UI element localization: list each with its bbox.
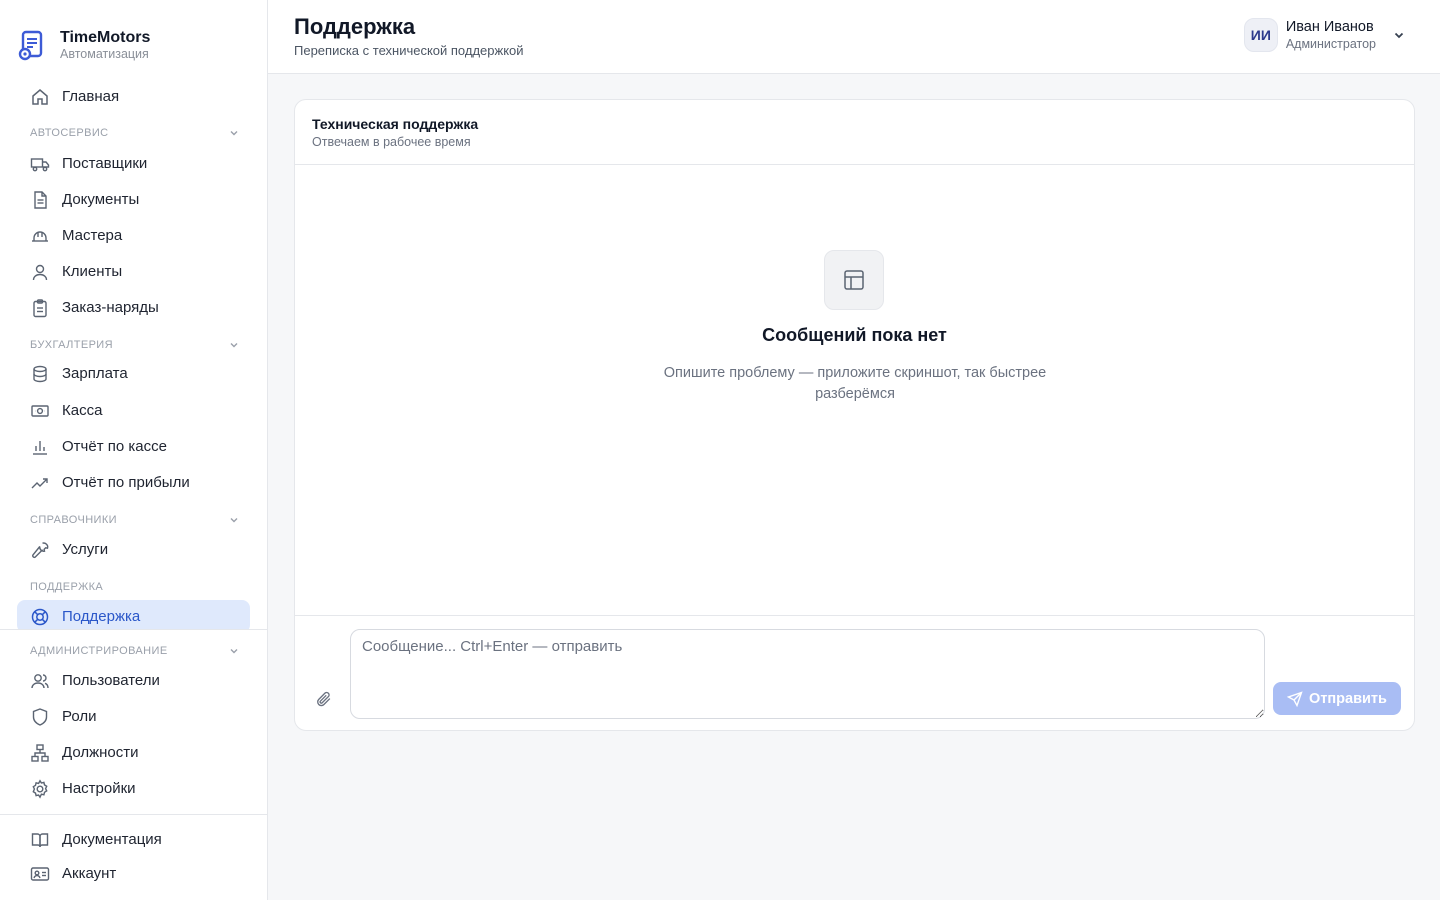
chat-title: Техническая поддержка	[312, 116, 479, 132]
section-header-administration[interactable]: АДМИНИСТРИРОВАНИЕ	[30, 643, 240, 659]
chevron-down-icon	[230, 518, 238, 523]
sidebar-item-settings[interactable]: Настройки	[17, 772, 250, 805]
chevron-down-icon	[230, 131, 238, 136]
sidebar-item-label: Отчёт по кассе	[62, 438, 167, 455]
section-label: АВТОСЕРВИС	[30, 127, 109, 139]
database-icon	[30, 364, 50, 384]
sidebar-item-documents[interactable]: Документы	[17, 183, 250, 216]
user-name: Иван Иванов	[1285, 18, 1374, 35]
user-icon	[30, 262, 50, 282]
sidebar-item-label: Зарплата	[62, 365, 128, 382]
sidebar-item-label: Поставщики	[62, 155, 148, 172]
sidebar-item-masters[interactable]: Мастера	[17, 219, 250, 252]
section-label: АДМИНИСТРИРОВАНИЕ	[30, 645, 168, 657]
chevron-down-icon	[230, 649, 238, 654]
sidebar-item-salary[interactable]: Зарплата	[17, 357, 250, 390]
section-header-autoservice[interactable]: АВТОСЕРВИС	[30, 125, 240, 141]
sidebar-item-label: Поддержка	[62, 608, 141, 625]
home-icon	[30, 87, 50, 107]
chevron-down-icon	[230, 343, 238, 348]
sidebar-item-label: Главная	[62, 88, 120, 105]
sidebar-item-positions[interactable]: Должности	[17, 736, 250, 769]
top-header: Поддержка Переписка с технической поддер…	[268, 0, 1440, 74]
admin-nav: АДМИНИСТРИРОВАНИЕ Пользователи Роли Долж…	[0, 629, 267, 799]
sidebar-item-clients[interactable]: Клиенты	[17, 255, 250, 288]
sidebar-item-documentation[interactable]: Документация	[17, 823, 250, 856]
sidebar-item-support[interactable]: Поддержка	[17, 600, 250, 629]
send-button-label: Отправить	[1309, 690, 1387, 707]
sidebar-item-users[interactable]: Пользователи	[17, 664, 250, 697]
empty-state-title: Сообщений пока нет	[762, 325, 947, 345]
chevron-down-icon	[1394, 32, 1404, 39]
user-menu[interactable]: ИИ Иван Иванов Администратор	[1243, 18, 1406, 52]
sidebar-item-label: Услуги	[62, 541, 109, 558]
section-label: БУХГАЛТЕРИЯ	[30, 339, 113, 351]
hard-hat-icon	[30, 226, 50, 246]
sidebar-item-label: Роли	[62, 708, 97, 725]
sidebar-item-label: Отчёт по прибыли	[62, 474, 190, 491]
sidebar-item-label: Пользователи	[62, 672, 160, 689]
sidebar-item-cash[interactable]: Касса	[17, 394, 250, 427]
section-header-references[interactable]: СПРАВОЧНИКИ	[30, 512, 240, 528]
sidebar-item-home[interactable]: Главная	[17, 80, 250, 113]
sidebar-item-label: Документация	[62, 831, 162, 848]
chat-header: Техническая поддержка Отвечаем в рабочее…	[295, 100, 1414, 165]
users-icon	[30, 671, 50, 691]
section-header-accounting[interactable]: БУХГАЛТЕРИЯ	[30, 337, 240, 353]
send-icon	[1287, 690, 1303, 707]
brand[interactable]: TimeMotors Автоматизация	[17, 27, 150, 63]
section-label: СПРАВОЧНИКИ	[30, 514, 117, 526]
sidebar-item-label: Заказ-наряды	[62, 299, 159, 316]
brand-name: TimeMotors	[60, 28, 151, 46]
sidebar-item-label: Документы	[62, 191, 140, 208]
shield-icon	[30, 707, 50, 727]
support-chat-card: Техническая поддержка Отвечаем в рабочее…	[294, 99, 1415, 731]
logo-icon	[18, 30, 43, 61]
sidebar-item-suppliers[interactable]: Поставщики	[17, 147, 250, 180]
send-button[interactable]: Отправить	[1273, 682, 1401, 715]
org-chart-icon	[30, 743, 50, 763]
user-role: Администратор	[1285, 36, 1376, 51]
sidebar-item-label: Касса	[62, 402, 103, 419]
section-label: ПОДДЕРЖКА	[30, 581, 104, 593]
sidebar-nav[interactable]: Главная АВТОСЕРВИС Поставщики Документы …	[0, 78, 267, 629]
sidebar-item-label: Аккаунт	[62, 865, 117, 882]
message-input[interactable]	[350, 629, 1265, 719]
wrench-icon	[30, 540, 50, 560]
id-card-icon	[30, 864, 50, 884]
gear-icon	[30, 778, 50, 799]
sidebar-item-roles[interactable]: Роли	[17, 700, 250, 733]
sidebar-item-label: Настройки	[62, 780, 136, 797]
sidebar-item-label: Клиенты	[62, 263, 123, 280]
sidebar-item-account[interactable]: Аккаунт	[17, 857, 250, 890]
bar-chart-icon	[30, 437, 50, 457]
sidebar-divider	[0, 814, 267, 815]
section-header-support: ПОДДЕРЖКА	[30, 579, 240, 595]
sidebar: TimeMotors Автоматизация Главная АВТОСЕР…	[0, 0, 268, 900]
message-composer: Отправить	[295, 615, 1414, 731]
book-icon	[30, 830, 50, 850]
avatar: ИИ	[1243, 18, 1278, 52]
paperclip-icon[interactable]	[313, 688, 335, 710]
cash-icon	[30, 401, 50, 421]
chat-subtitle: Отвечаем в рабочее время	[312, 135, 471, 149]
page-subtitle: Переписка с технической поддержкой	[294, 43, 524, 58]
sidebar-item-work-orders[interactable]: Заказ-наряды	[17, 291, 250, 324]
sidebar-item-cash-report[interactable]: Отчёт по кассе	[17, 430, 250, 463]
document-icon	[30, 190, 50, 210]
sidebar-item-label: Должности	[62, 744, 139, 761]
empty-state-icon	[824, 250, 884, 310]
sidebar-item-label: Мастера	[62, 227, 123, 244]
empty-state-description: Опишите проблему — приложите скриншот, т…	[663, 365, 1047, 402]
life-buoy-icon	[30, 607, 50, 627]
truck-icon	[30, 154, 50, 174]
sidebar-item-profit-report[interactable]: Отчёт по прибыли	[17, 466, 250, 499]
sidebar-item-services[interactable]: Услуги	[17, 533, 250, 566]
clipboard-icon	[30, 298, 50, 318]
trending-up-icon	[30, 473, 50, 493]
brand-subtitle: Автоматизация	[60, 46, 149, 61]
page-title: Поддержка	[294, 14, 416, 39]
